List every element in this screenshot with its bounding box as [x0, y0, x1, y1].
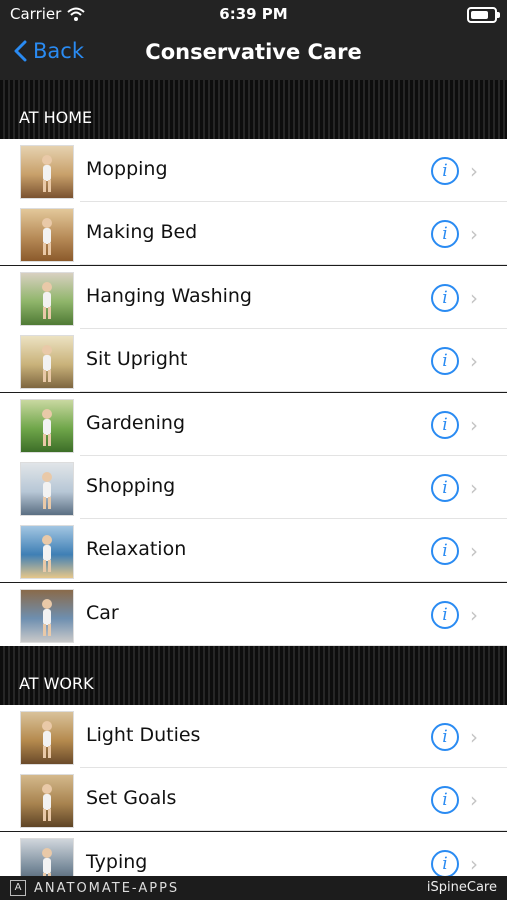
figure-icon: [42, 281, 52, 319]
hanging-washing-thumbnail: [20, 271, 74, 326]
set-goals-thumbnail: [20, 774, 74, 829]
list-item[interactable]: Light Duties i ›: [0, 705, 507, 768]
app-name: iSpineCare: [426, 880, 497, 895]
list-item-label: Typing: [86, 850, 148, 873]
figure-icon: [42, 345, 52, 383]
chevron-right-icon: ›: [470, 222, 478, 247]
gardening-thumbnail: [20, 398, 74, 453]
info-icon[interactable]: i: [431, 283, 459, 312]
section-header-label: AT WORK: [19, 674, 94, 693]
info-icon[interactable]: i: [431, 220, 459, 249]
list-item-label: Mopping: [86, 158, 168, 180]
section-header-label: AT HOME: [19, 108, 93, 127]
info-icon[interactable]: i: [431, 849, 459, 878]
info-icon[interactable]: i: [431, 786, 459, 815]
list-item[interactable]: Shopping i ›: [0, 456, 507, 519]
list-item[interactable]: Relaxation i ›: [0, 519, 507, 583]
figure-icon: [42, 535, 52, 573]
info-icon[interactable]: i: [431, 347, 459, 376]
chevron-right-icon: ›: [470, 602, 478, 627]
mopping-thumbnail: [20, 145, 74, 199]
info-icon[interactable]: i: [431, 157, 459, 185]
sit-upright-thumbnail: [20, 335, 74, 390]
list-item-label: Relaxation: [86, 538, 187, 561]
info-icon[interactable]: i: [431, 537, 459, 566]
info-icon[interactable]: i: [431, 410, 459, 439]
chevron-right-icon: ›: [470, 788, 478, 813]
list-item-label: Hanging Washing: [86, 284, 252, 307]
figure-icon: [42, 598, 52, 636]
footer-bar: A ANATOMATE-APPS iSpineCare: [0, 876, 507, 900]
chevron-right-icon: ›: [470, 725, 478, 749]
list-item[interactable]: Mopping i ›: [0, 139, 507, 202]
chevron-right-icon: ›: [470, 539, 478, 564]
list-item-label: Car: [86, 601, 119, 624]
info-icon[interactable]: i: [431, 723, 459, 751]
info-icon[interactable]: i: [431, 600, 459, 629]
figure-icon: [42, 472, 52, 509]
light-duties-thumbnail: [20, 711, 74, 765]
list-item-label: Shopping: [86, 475, 176, 497]
battery-fill: [471, 11, 488, 19]
figure-icon: [42, 218, 52, 256]
list-item-label: Set Goals: [86, 787, 177, 810]
status-time: 6:39 PM: [219, 5, 288, 23]
chevron-right-icon: ›: [470, 412, 478, 437]
relaxation-thumbnail: [20, 525, 74, 580]
figure-icon: [42, 408, 52, 446]
battery-icon: [467, 7, 500, 23]
chevron-right-icon: ›: [470, 349, 478, 374]
chevron-right-icon: ›: [470, 851, 478, 876]
figure-icon: [42, 155, 52, 192]
page-title: Conservative Care: [145, 40, 362, 64]
figure-icon: [42, 721, 52, 758]
shopping-thumbnail: [20, 462, 74, 516]
car-thumbnail: [20, 588, 74, 643]
list-item-label: Sit Upright: [86, 348, 188, 371]
list-item-label: Gardening: [86, 411, 186, 434]
list-item[interactable]: Set Goals i ›: [0, 768, 507, 832]
section-header: AT WORK: [0, 646, 507, 705]
list-item[interactable]: Car i ›: [0, 582, 507, 646]
status-bar: Carrier 6:39 PM: [0, 0, 507, 28]
list-item-label: Making Bed: [86, 221, 198, 244]
figure-icon: [42, 784, 52, 822]
brand-label: ANATOMATE-APPS: [34, 880, 180, 896]
chevron-right-icon: ›: [470, 476, 478, 500]
making-bed-thumbnail: [20, 208, 74, 263]
section-header: AT HOME: [0, 80, 507, 139]
list-item-label: Light Duties: [86, 724, 201, 746]
list-item[interactable]: Gardening i ›: [0, 392, 507, 456]
list-item[interactable]: Sit Upright i ›: [0, 329, 507, 393]
info-icon[interactable]: i: [431, 474, 459, 502]
chevron-right-icon: ›: [470, 159, 478, 183]
anatomate-logo-icon: A: [10, 880, 26, 896]
footer-brand: A ANATOMATE-APPS: [10, 880, 179, 896]
list-item[interactable]: Hanging Washing i ›: [0, 265, 507, 329]
chevron-right-icon: ›: [470, 285, 478, 310]
list-item[interactable]: Making Bed i ›: [0, 202, 507, 266]
navigation-bar: Back Conservative Care: [0, 28, 507, 80]
